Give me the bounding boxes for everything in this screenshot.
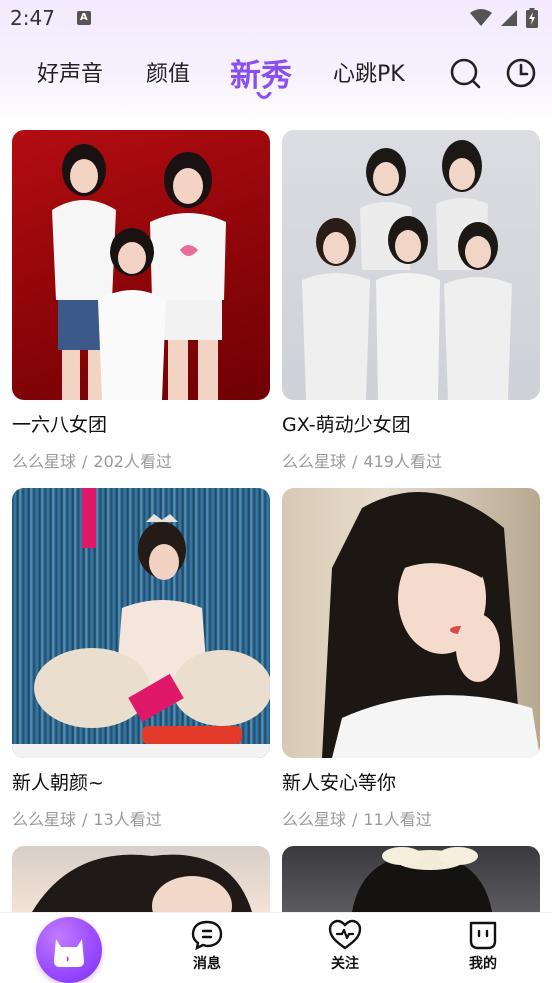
room-cover-image[interactable] [282,488,540,758]
heart-pulse-icon [328,919,362,950]
nav-label: 我的 [469,956,497,972]
message-icon [191,920,223,951]
nav-following[interactable]: 关注 [315,919,375,973]
room-card[interactable] [12,846,270,912]
nav-messages[interactable]: 消息 [177,919,237,973]
battery-charging-icon [526,8,538,28]
platform-name: 么么星球 [12,810,77,829]
portrait-photo [12,488,270,758]
room-card[interactable] [282,846,540,912]
bottom-navigation: 消息 关注 我的 [0,912,552,983]
room-title: 新人朝颜~ [12,772,104,794]
viewer-count: 419人看过 [363,452,442,471]
room-card[interactable]: 一六八女团 么么星球/202人看过 [12,130,270,471]
viewer-count: 13人看过 [93,810,162,829]
room-card[interactable]: 新人安心等你 么么星球/11人看过 [282,488,540,829]
tab-newcomers[interactable]: 新秀 [230,50,292,95]
viewer-count: 202人看过 [93,452,172,471]
room-title: 新人安心等你 [282,772,397,794]
nav-label: 消息 [193,956,221,972]
room-cover-image[interactable] [282,846,540,912]
category-tab-bar: 好声音 颜值 新秀 心跳PK [0,44,552,110]
platform-name: 么么星球 [282,810,347,829]
room-meta: 么么星球/13人看过 [12,810,162,829]
room-cover-image[interactable] [12,130,270,400]
nav-profile[interactable]: 我的 [453,919,513,973]
status-bar: 2:47 A [0,0,552,36]
girl-group-photo [52,144,226,400]
status-icons [470,8,538,28]
room-card[interactable]: GX-萌动少女团 么么星球/419人看过 [282,130,540,471]
room-cover-image[interactable] [12,846,270,912]
portrait-photo [352,847,492,912]
tab-looks[interactable]: 颜值 [146,56,190,88]
room-meta: 么么星球/202人看过 [12,452,172,471]
room-cover-image[interactable] [282,130,540,400]
girl-group-photo [302,140,512,400]
tab-heartbeat-pk[interactable]: 心跳PK [333,56,405,88]
cellular-signal-icon [501,10,517,26]
viewer-count: 11人看过 [363,810,432,829]
room-card[interactable]: 新人朝颜~ 么么星球/13人看过 [12,488,270,829]
platform-name: 么么星球 [12,452,77,471]
portrait-photo [322,492,540,758]
room-title: 一六八女团 [12,414,108,436]
search-icon[interactable] [449,57,481,89]
room-meta: 么么星球/11人看过 [282,810,432,829]
nav-label: 关注 [331,956,359,972]
profile-face-icon [469,921,497,950]
portrait-photo [32,854,252,912]
room-title: GX-萌动少女团 [282,414,411,436]
platform-name: 么么星球 [282,452,347,471]
room-cover-image[interactable] [12,488,270,758]
home-mascot-icon [54,939,84,967]
status-time: 2:47 [10,6,55,30]
active-tab-indicator [256,92,272,99]
home-button[interactable] [36,917,102,983]
notification-badge: A [76,11,91,25]
room-meta: 么么星球/419人看过 [282,452,442,471]
tab-good-voice[interactable]: 好声音 [37,56,103,88]
wifi-icon [470,9,492,26]
history-clock-icon[interactable] [505,57,537,89]
